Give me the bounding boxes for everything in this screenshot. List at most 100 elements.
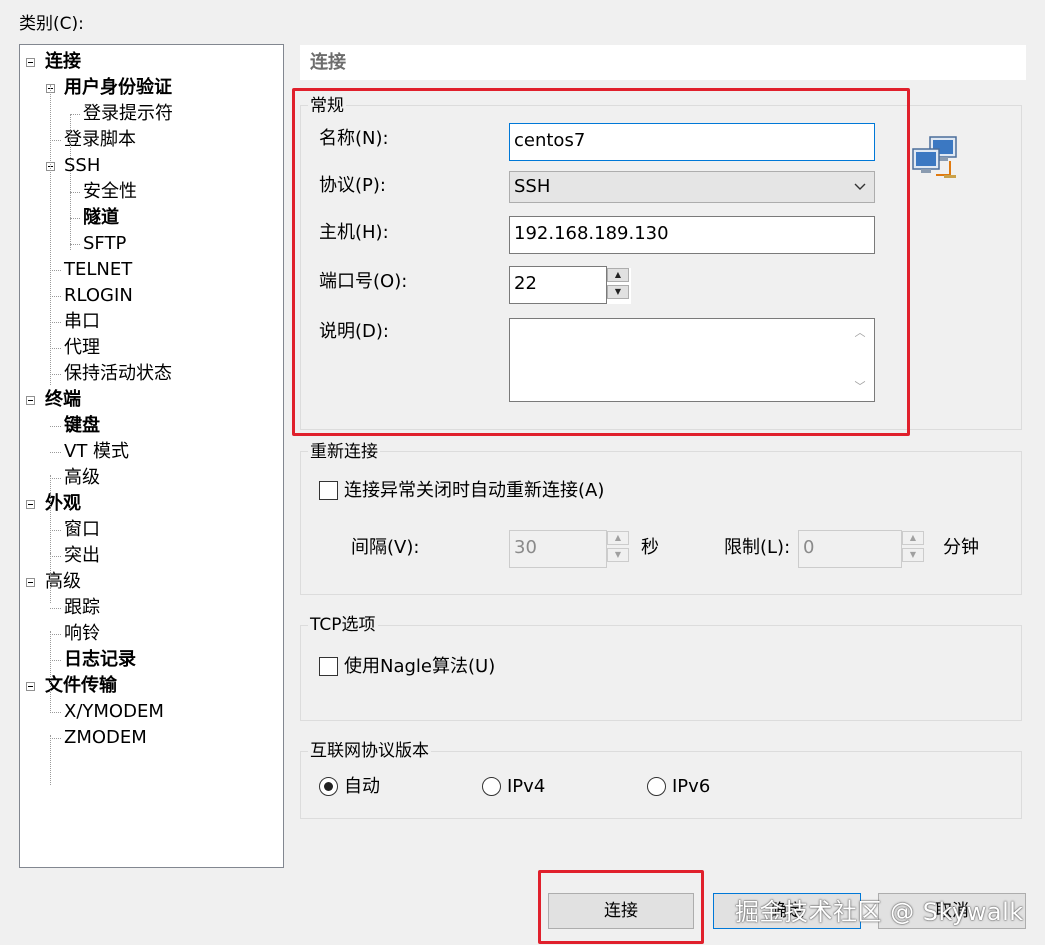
limit-down-button[interactable]: ▼ [902,548,924,562]
desc-textarea[interactable]: ︿ ﹀ [509,318,875,402]
interval-up-button[interactable]: ▲ [607,531,629,545]
tree-item[interactable]: 跟踪 [64,596,100,620]
tree-item[interactable]: 突出 [64,544,100,568]
ip-auto-label: 自动 [344,776,380,797]
tree-guide-line [50,475,51,555]
host-label: 主机(H): [319,222,389,243]
tree-item[interactable]: SFTP [83,232,126,256]
tree-connector [50,478,61,479]
tree-connector [50,140,61,141]
tree-connector [50,270,61,271]
category-tree[interactable]: 连接 用户身份验证 登录提示符 登录脚本 SSH 安全性 隧道 SFTP TELNET RLOGI… [19,44,284,868]
port-up-button[interactable]: ▲ [607,268,629,282]
tree-connector [50,452,61,453]
tree-item[interactable]: 登录提示符 [83,102,173,126]
tree-item[interactable]: 隧道 [83,206,119,230]
watermark: 掘金技术社区 @ Skywalk [735,898,1024,926]
tree-connector [70,114,80,115]
section-header: 连接 [300,45,1026,80]
tree-item[interactable]: 登录脚本 [64,128,136,152]
ipv6-radio[interactable] [647,777,666,796]
tree-connector [50,712,61,713]
tree-item[interactable]: 保持活动状态 [64,362,172,386]
host-input[interactable]: 192.168.189.130 [509,216,875,254]
tree-guide-line [50,631,51,711]
reconnect-group [300,451,1022,595]
ip-version-group-title: 互联网协议版本 [308,739,431,763]
tree-item[interactable]: 文件传输 [45,674,117,698]
nagle-label: 使用Nagle算法(U) [344,656,496,677]
limit-input[interactable]: 0 [798,530,902,568]
tcp-group-title: TCP选项 [308,613,378,637]
interval-input[interactable]: 30 [509,530,607,568]
ipv4-label: IPv4 [507,776,546,797]
collapse-icon[interactable] [26,578,35,587]
tree-item[interactable]: 响铃 [64,622,100,646]
port-label: 端口号(O): [319,271,408,292]
name-input[interactable]: centos7 [509,123,875,161]
tree-item[interactable]: 高级 [64,466,100,490]
port-down-button[interactable]: ▼ [607,285,629,299]
limit-up-button[interactable]: ▲ [902,531,924,545]
minutes-label: 分钟 [943,537,979,558]
protocol-select[interactable]: SSH [509,171,875,203]
tree-item[interactable]: 用户身份验证 [64,76,172,100]
name-label: 名称(N): [319,128,389,149]
protocol-value: SSH [514,176,551,197]
scroll-up-icon[interactable]: ︿ [852,325,868,341]
collapse-icon[interactable] [26,682,35,691]
tree-connector [50,296,61,297]
tree-connector [50,738,61,739]
chevron-down-icon [854,183,866,190]
tree-connector [50,426,61,427]
tree-item[interactable]: 终端 [45,388,81,412]
tree-item[interactable]: VT 模式 [64,440,129,464]
tree-item[interactable]: 串口 [64,310,100,334]
tree-connector [50,348,61,349]
tree-item[interactable]: 连接 [45,50,81,74]
tree-item[interactable]: 键盘 [64,414,100,438]
port-spinner[interactable]: ▲ ▼ [607,268,631,304]
general-group-title: 常规 [308,94,346,118]
interval-label: 间隔(V): [351,537,420,558]
interval-spinner[interactable]: ▲ ▼ [607,531,631,567]
tree-guide-line [50,85,51,385]
interval-down-button[interactable]: ▼ [607,548,629,562]
limit-spinner[interactable]: ▲ ▼ [902,531,926,567]
ipv6-label: IPv6 [672,776,711,797]
tree-item[interactable]: TELNET [64,258,132,282]
port-input[interactable]: 22 [509,266,607,304]
scroll-down-icon[interactable]: ﹀ [852,379,868,395]
tree-item[interactable]: X/YMODEM [64,700,164,724]
seconds-label: 秒 [641,537,659,558]
collapse-icon[interactable] [26,58,35,67]
auto-reconnect-checkbox[interactable] [319,481,338,500]
network-computers-icon [912,136,957,178]
protocol-label: 协议(P): [319,175,386,196]
tree-connector [70,244,80,245]
category-label: 类别(C): [19,14,84,34]
tree-guide-line [50,735,51,785]
collapse-icon[interactable] [26,500,35,509]
tree-item[interactable]: 日志记录 [64,648,136,672]
ip-auto-radio[interactable] [319,777,338,796]
tree-guide-line [50,553,51,603]
tree-connector [70,218,80,219]
nagle-checkbox[interactable] [319,657,338,676]
tree-connector [50,634,61,635]
tree-item[interactable]: 安全性 [83,180,137,204]
collapse-icon[interactable] [26,396,35,405]
reconnect-group-title: 重新连接 [308,440,380,464]
tree-item[interactable]: 代理 [64,336,100,360]
auto-reconnect-label: 连接异常关闭时自动重新连接(A) [344,480,605,501]
tree-guide-line [70,115,71,250]
tree-item[interactable]: RLOGIN [64,284,133,308]
tree-item[interactable]: ZMODEM [64,726,147,750]
tree-connector [70,192,80,193]
ipv4-radio[interactable] [482,777,501,796]
section-title: 连接 [310,52,346,73]
tree-connector [50,608,61,609]
tree-connector [50,322,61,323]
connect-button[interactable]: 连接 [548,893,694,929]
tree-item[interactable]: 窗口 [64,518,100,542]
